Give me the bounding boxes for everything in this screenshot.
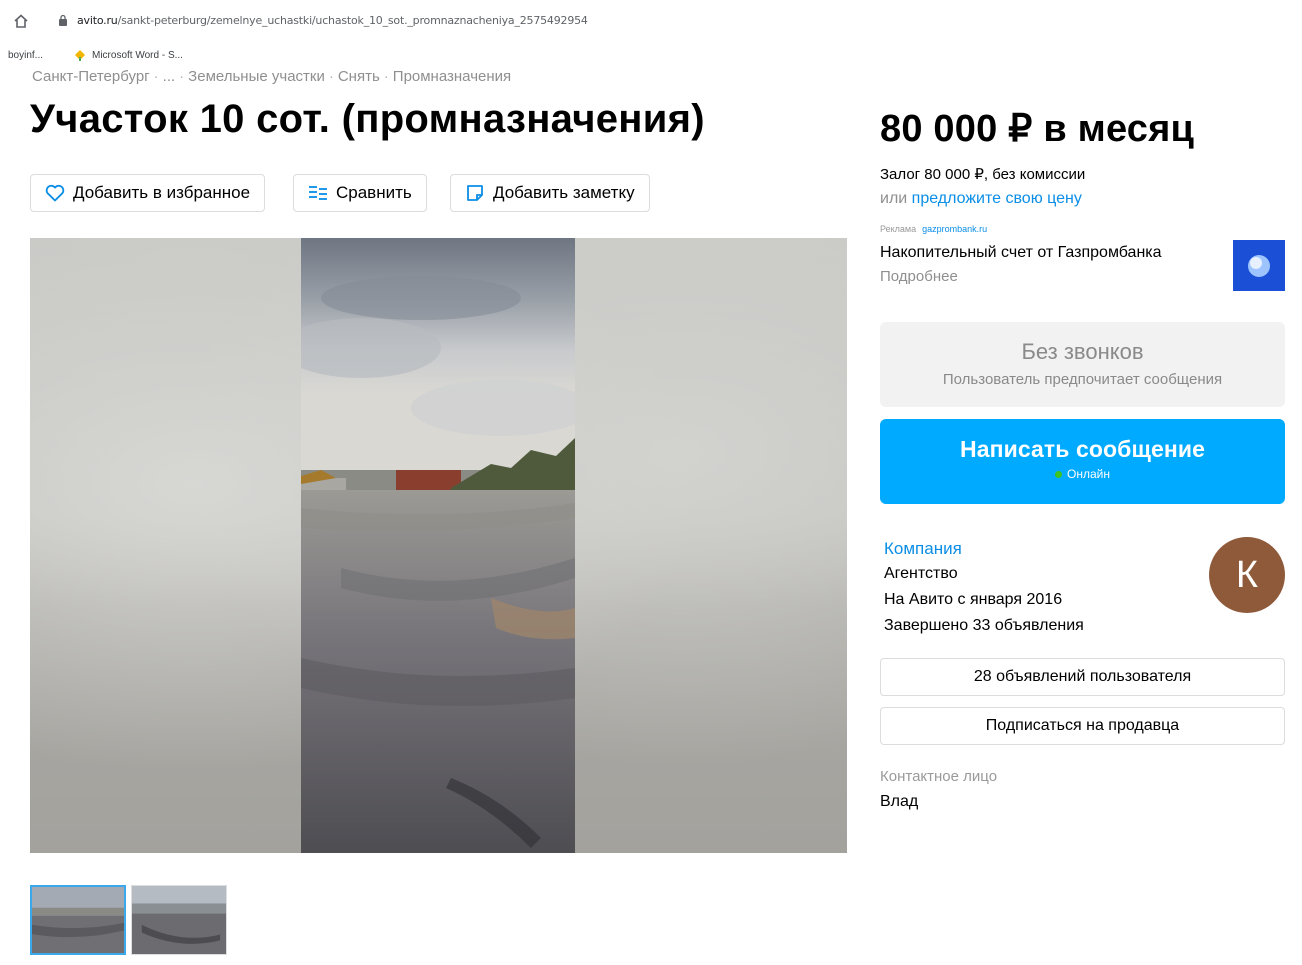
breadcrumb-separator: ·: [383, 70, 389, 85]
ad-more-link[interactable]: Подробнее: [880, 268, 958, 285]
breadcrumb-separator: ·: [328, 70, 334, 85]
sphere-icon: [1248, 254, 1270, 277]
no-calls-notice: Без звонков Пользователь предпочитает со…: [880, 322, 1285, 407]
photo-gallery[interactable]: [30, 238, 847, 853]
browser-address-bar: avito.ru/sankt-peterburg/zemelnye_uchast…: [0, 0, 1302, 42]
seller-completed: Завершено 33 объявления: [884, 617, 1084, 634]
url-path: /sankt-peterburg/zemelnye_uchastki/uchas…: [117, 14, 588, 27]
seller-avatar[interactable]: К: [1209, 537, 1285, 613]
price: 80 000 ₽ в месяц: [880, 108, 1195, 150]
main-photo[interactable]: [301, 238, 575, 853]
online-status-label: Онлайн: [1067, 467, 1110, 481]
subscribe-seller-button[interactable]: Подписаться на продавца: [880, 707, 1285, 745]
seller-listings-button[interactable]: 28 объявлений пользователя: [880, 658, 1285, 696]
bulb-icon: [75, 50, 85, 61]
offer-prefix: или: [880, 190, 908, 207]
note-icon: [467, 185, 483, 201]
add-note-button[interactable]: Добавить заметку: [450, 174, 650, 212]
ad-label-text: Реклама: [880, 224, 917, 234]
breadcrumb: Санкт-Петербург ·... · Земельные участки · Сн…: [32, 70, 511, 88]
gallery-thumbnail[interactable]: [30, 885, 126, 955]
contact-person-label: Контактное лицо: [880, 768, 998, 785]
online-dot-icon: [1055, 470, 1063, 478]
breadcrumb-item[interactable]: Земельные участки: [188, 70, 325, 85]
breadcrumb-separator: ·: [153, 70, 159, 85]
ad-label: Реклама gazprombank.ru: [880, 224, 987, 234]
bookmark-item[interactable]: boyinf...: [8, 50, 43, 61]
breadcrumb-item[interactable]: ...: [163, 70, 176, 85]
seller-kind: Агентство: [884, 565, 958, 582]
write-message-button[interactable]: Написать сообщение Онлайн: [880, 419, 1285, 504]
add-to-favorites-button[interactable]: Добавить в избранное: [30, 174, 266, 212]
breadcrumb-item[interactable]: Снять: [338, 70, 380, 85]
home-icon[interactable]: [12, 12, 30, 30]
seller-since: На Авито с января 2016: [884, 591, 1063, 608]
compare-icon: [309, 186, 327, 200]
online-status: Онлайн: [1055, 467, 1110, 481]
offer-price-link[interactable]: предложите свою цену: [912, 190, 1082, 207]
add-to-favorites-label: Добавить в избранное: [73, 183, 251, 202]
ad-domain-link[interactable]: gazprombank.ru: [922, 224, 987, 234]
write-message-label: Написать сообщение: [959, 436, 1205, 462]
bank-logo-icon[interactable]: [1233, 240, 1285, 291]
lock-icon[interactable]: [58, 14, 68, 26]
breadcrumb-item[interactable]: Промназначения: [393, 70, 511, 85]
contact-person-name: Влад: [880, 793, 919, 810]
bookmark-item[interactable]: Microsoft Word - S...: [74, 49, 183, 61]
seller-name-link[interactable]: Компания: [884, 539, 962, 559]
offer-line: или предложите свою цену: [880, 190, 1082, 208]
no-calls-title: Без звонков: [1021, 339, 1144, 364]
no-calls-subtitle: Пользователь предпочитает сообщения: [942, 371, 1223, 388]
heart-icon: [45, 184, 65, 202]
gallery-thumbnail[interactable]: [131, 885, 227, 955]
breadcrumb-separator: ·: [179, 70, 185, 85]
deposit-info: Залог 80 000 ₽, без комиссии: [880, 166, 1086, 183]
page-title: Участок 10 сот. (промназначения): [30, 97, 705, 141]
compare-button[interactable]: Сравнить: [293, 174, 427, 212]
bookmark-label: Microsoft Word - S...: [92, 49, 183, 61]
ad-title[interactable]: Накопительный счет от Газпромбанка: [880, 244, 1162, 262]
url-host: avito.ru: [77, 14, 118, 27]
url-field[interactable]: avito.ru/sankt-peterburg/zemelnye_uchast…: [77, 14, 588, 27]
add-note-label: Добавить заметку: [493, 183, 635, 202]
compare-label: Сравнить: [336, 183, 412, 202]
breadcrumb-item[interactable]: Санкт-Петербург: [32, 70, 150, 85]
bookmarks-bar: boyinf... Microsoft Word - S...: [0, 42, 1302, 70]
